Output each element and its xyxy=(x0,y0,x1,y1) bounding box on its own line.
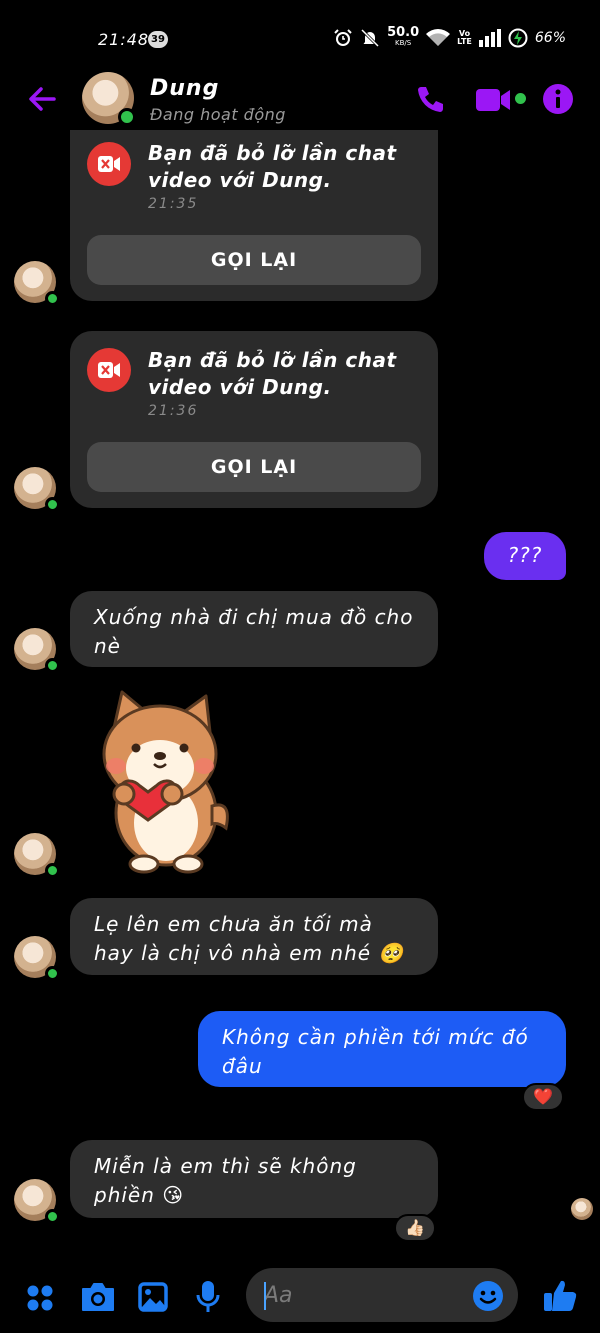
seen-avatar-indicator xyxy=(571,1198,593,1220)
chat-header: Dung Đang hoạt động xyxy=(0,70,600,130)
missed-call-text: Bạn đã bỏ lỡ lần chat video với Dung. xyxy=(148,141,397,192)
heart-reaction[interactable]: ❤️ xyxy=(522,1083,564,1111)
contact-avatar-small[interactable] xyxy=(14,261,60,306)
shiba-heart-sticker[interactable] xyxy=(88,688,236,878)
microphone-icon[interactable] xyxy=(196,1280,220,1314)
notification-count-badge: 39 xyxy=(148,31,168,48)
missed-call-text: Bạn đã bỏ lỡ lần chat video với Dung. xyxy=(148,348,397,399)
online-indicator xyxy=(45,966,60,981)
online-indicator xyxy=(45,658,60,673)
missed-video-call-card: Bạn đã bỏ lỡ lần chat video với Dung. 21… xyxy=(70,331,438,508)
camera-icon[interactable] xyxy=(80,1281,116,1313)
contact-avatar[interactable] xyxy=(82,72,136,126)
contact-avatar-small[interactable] xyxy=(14,833,60,878)
missed-video-icon xyxy=(87,142,131,186)
missed-call-time: 21:35 xyxy=(148,196,199,212)
contact-avatar-small[interactable] xyxy=(14,628,60,673)
text-caret xyxy=(264,1282,266,1310)
message-composer xyxy=(0,1260,600,1333)
apps-menu-icon[interactable] xyxy=(26,1284,54,1312)
back-arrow-icon[interactable] xyxy=(26,83,58,115)
alarm-icon xyxy=(334,29,352,46)
contact-name[interactable]: Dung xyxy=(150,76,219,101)
info-icon[interactable] xyxy=(542,83,574,115)
contact-status: Đang hoạt động xyxy=(150,105,286,124)
wifi-icon xyxy=(426,29,451,46)
incoming-message[interactable]: Miễn là em thì sẽ không phiền 😘 xyxy=(70,1140,438,1218)
missed-video-call-card: Bạn đã bỏ lỡ lần chat video với Dung. 21… xyxy=(70,130,438,301)
status-bar: 21:48 39 50.0 KB/S Vo LTE 66% xyxy=(0,0,600,70)
network-speed: 50.0 KB/S xyxy=(387,25,420,47)
missed-video-icon xyxy=(87,348,131,392)
online-indicator xyxy=(45,291,60,306)
battery-percent: 66% xyxy=(534,30,566,46)
like-thumbs-up-icon[interactable] xyxy=(542,1278,578,1314)
incoming-message[interactable]: Xuống nhà đi chị mua đồ cho nè xyxy=(70,591,438,667)
contact-avatar-small[interactable] xyxy=(14,467,60,512)
online-indicator xyxy=(45,863,60,878)
call-back-button[interactable]: GỌI LẠI xyxy=(87,442,421,492)
contact-avatar-small[interactable] xyxy=(14,1179,60,1224)
signal-icon xyxy=(478,29,501,47)
contact-avatar-small[interactable] xyxy=(14,936,60,981)
missed-call-time: 21:36 xyxy=(148,403,199,419)
volte-indicator: Vo LTE xyxy=(457,29,472,46)
call-back-button[interactable]: GỌI LẠI xyxy=(87,235,421,285)
video-call-icon[interactable] xyxy=(476,86,514,114)
online-indicator xyxy=(45,497,60,512)
mute-icon xyxy=(361,28,380,48)
battery-charging-icon xyxy=(508,28,528,48)
phone-call-icon[interactable] xyxy=(414,84,446,116)
status-icons: 50.0 KB/S Vo LTE 66% xyxy=(333,25,566,48)
gallery-icon[interactable] xyxy=(138,1282,168,1312)
online-indicator xyxy=(45,1209,60,1224)
thumbs-up-reaction[interactable]: 👍🏻 xyxy=(394,1214,436,1242)
video-online-dot xyxy=(515,93,526,104)
status-time: 21:48 xyxy=(98,30,150,49)
online-indicator xyxy=(118,108,136,126)
outgoing-message[interactable]: Không cần phiền tới mức đó đâu xyxy=(198,1011,566,1087)
incoming-message[interactable]: Lẹ lên em chưa ăn tối mà hay là chị vô n… xyxy=(70,898,438,975)
outgoing-message[interactable]: ??? xyxy=(484,532,566,580)
emoji-icon[interactable] xyxy=(472,1280,504,1312)
